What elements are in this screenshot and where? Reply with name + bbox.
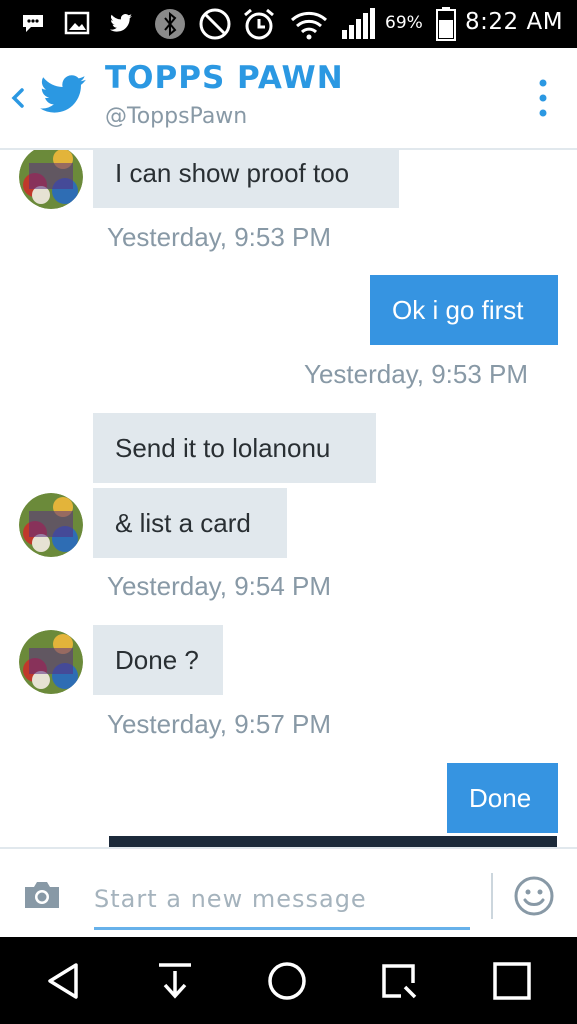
avatar[interactable] (19, 493, 83, 557)
message-timestamp: Yesterday, 9:54 PM (107, 571, 332, 601)
message-bubble-incoming[interactable]: & list a card (93, 488, 287, 558)
clock: 8:22 AM (465, 9, 564, 35)
avatar[interactable] (19, 150, 83, 209)
alarm-icon (244, 8, 274, 40)
do-not-disturb-icon (199, 8, 231, 40)
message-bubble-outgoing[interactable]: Ok i go first (370, 275, 558, 345)
message-bubble-incoming[interactable]: Send it to lolanonu (93, 413, 376, 483)
square-icon[interactable] (490, 959, 534, 1003)
message-timestamp: Yesterday, 9:53 PM (304, 359, 529, 389)
emoji-icon[interactable] (513, 875, 555, 917)
message-bubble-incoming[interactable]: I can show proof too (93, 150, 399, 208)
image-icon (64, 11, 90, 35)
overflow-menu-icon[interactable] (536, 76, 550, 120)
battery-icon (436, 7, 456, 41)
back-icon[interactable] (42, 959, 86, 1003)
bluetooth-icon (155, 9, 185, 39)
camera-icon[interactable] (22, 879, 62, 911)
wifi-icon (290, 11, 328, 40)
back-icon[interactable] (8, 84, 28, 112)
signal-icon (342, 8, 375, 39)
header-handle: @ToppsPawn (105, 104, 248, 129)
conversation-header: TOPPS PAWN @ToppsPawn (0, 48, 577, 150)
message-composer (0, 847, 577, 939)
navigation-bar (0, 937, 577, 1024)
download-icon[interactable] (153, 959, 197, 1003)
header-title: TOPPS PAWN (105, 60, 344, 96)
chat-icon (23, 15, 43, 32)
twitter-icon (110, 14, 132, 32)
recent-apps-icon[interactable] (377, 959, 421, 1003)
conversation-thread[interactable]: I can show proof too Yesterday, 9:53 PM … (0, 150, 577, 847)
message-bubble-outgoing[interactable]: Done (447, 763, 558, 833)
status-bar: 69% 8:22 AM (0, 0, 577, 48)
message-timestamp: Yesterday, 9:53 PM (107, 222, 332, 252)
upload-progress-strip (109, 836, 557, 847)
battery-percent: 69% (385, 13, 423, 33)
composer-divider (491, 873, 493, 919)
avatar[interactable] (19, 630, 83, 694)
message-timestamp: Yesterday, 9:57 PM (107, 709, 332, 739)
message-bubble-incoming[interactable]: Done ? (93, 625, 223, 695)
message-input[interactable] (94, 871, 470, 930)
home-icon[interactable] (265, 959, 309, 1003)
twitter-bird-icon (40, 75, 86, 113)
